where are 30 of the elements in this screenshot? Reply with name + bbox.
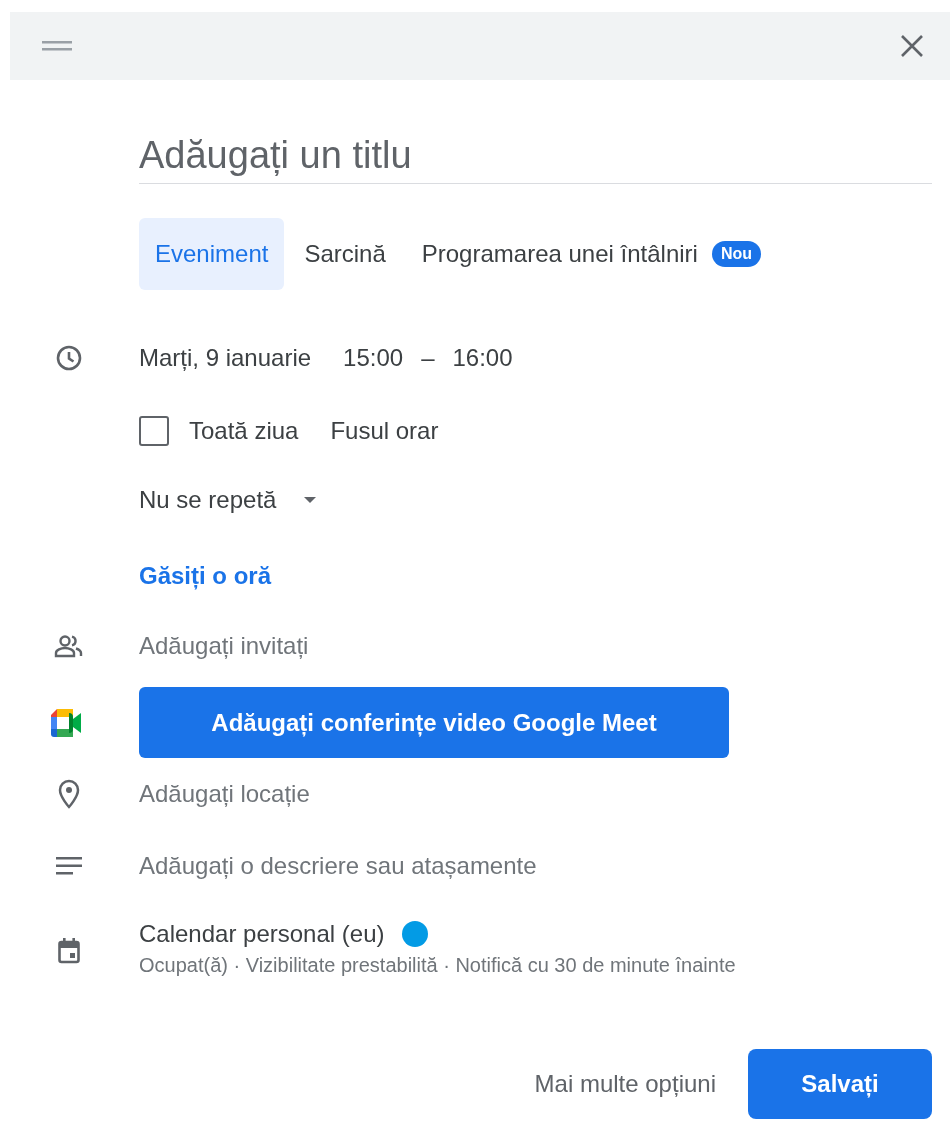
time-separator: – [421,344,435,372]
tab[interactable]: Programarea unei întâlniri Nou [405,218,777,290]
more-options-button[interactable]: Mai multe opțiuni [532,1049,718,1119]
location-field[interactable]: Adăugați locație [139,776,932,812]
close-icon[interactable] [900,34,924,58]
text-lines-icon [55,857,82,875]
people-icon [53,634,84,658]
caret-icon [304,497,317,503]
drag-handle-icon[interactable] [42,41,72,51]
all-day-label[interactable]: Toată ziua [189,417,299,445]
tab[interactable]: Eveniment [139,218,285,290]
end-time[interactable]: 16:00 [452,344,513,372]
meet-button[interactable]: Adăugați conferințe video Google Meet [139,687,729,758]
clock-icon [55,345,82,371]
timezone-link[interactable]: Fusul orar [330,417,439,445]
calendar-icon [57,938,80,964]
location-pin-icon [56,779,81,809]
find-time-link[interactable]: Găsiți o oră [139,562,272,590]
guests-field[interactable]: Adăugați invitați [139,628,932,664]
date-text[interactable]: Marți, 9 ianuarie [139,344,312,372]
title-field[interactable]: Adăugați un titlu [139,128,932,184]
calendar-name[interactable]: Calendar personal (eu) [139,920,385,948]
tab[interactable]: Sarcină [288,218,402,290]
calendar-details: Ocupat(ă) · Vizibilitate prestabilită · Notifică cu 30 de minute înainte [139,954,737,977]
all-day-checkbox[interactable] [139,416,169,446]
start-time[interactable]: 15:00 [343,344,404,372]
repeat-dropdown[interactable]: Nu se repetă [139,486,317,514]
description-field[interactable]: Adăugați o descriere sau atașamente [139,848,932,884]
new-badge: Nou [711,241,761,267]
save-button[interactable]: Salvați [748,1049,932,1119]
